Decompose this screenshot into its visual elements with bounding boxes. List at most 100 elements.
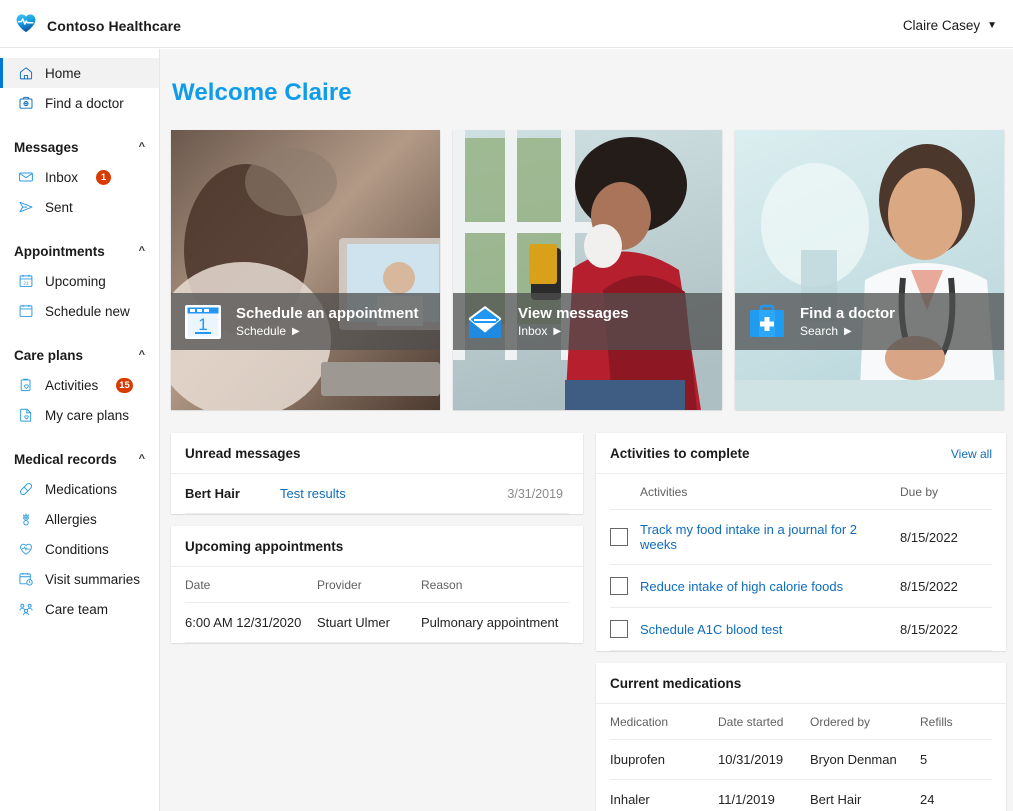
hero-card-subtitle: Search ▶ [800, 324, 895, 338]
sidebar-item-label: Sent [45, 199, 73, 215]
sidebar-item-sent[interactable]: Sent [0, 192, 159, 222]
activity-name-link[interactable]: Reduce intake of high calorie foods [640, 564, 900, 608]
sidebar-item-label: Allergies [45, 511, 97, 527]
svg-text:21: 21 [23, 281, 29, 287]
activities-card: Activities to complete View all Activiti… [596, 433, 1006, 651]
column-header-ordered-by: Ordered by [810, 704, 920, 740]
sidebar-item-label: Conditions [45, 541, 109, 557]
sidebar-item-label: Medications [45, 481, 118, 497]
sidebar-item-schedule-new[interactable]: Schedule new [0, 296, 159, 326]
calendar-icon [18, 303, 34, 319]
sidebar-group-label: Appointments [14, 243, 105, 259]
play-arrow-icon: ▶ [292, 325, 300, 337]
sidebar-group-care-plans[interactable]: Care plans ^ [0, 340, 159, 370]
sidebar-item-find-a-doctor[interactable]: Find a doctor [0, 88, 159, 118]
activity-checkbox[interactable] [610, 577, 628, 595]
appointment-reason: Pulmonary appointment [421, 602, 569, 643]
medication-ordered-by: Bryon Denman [810, 739, 920, 780]
table-header-row: Medication Date started Ordered by Refil… [610, 704, 992, 740]
card-title: Current medications [610, 676, 742, 691]
sidebar-item-inbox[interactable]: Inbox 1 [0, 162, 159, 192]
heartbeat-icon [18, 541, 34, 557]
heart-pulse-icon [14, 11, 38, 40]
sidebar-item-conditions[interactable]: Conditions [0, 534, 159, 564]
sidebar-item-activities[interactable]: Activities 15 [0, 370, 159, 400]
hero-card-sub-label: Inbox [518, 324, 548, 338]
table-row[interactable]: 6:00 AM 12/31/2020 Stuart Ulmer Pulmonar… [185, 602, 569, 643]
hero-overlay: View messages Inbox ▶ [453, 293, 722, 350]
unread-messages-table: Bert Hair Test results 3/31/2019 [185, 474, 569, 514]
medication-ordered-by: Bert Hair [810, 779, 920, 811]
column-header-medication: Medication [610, 704, 718, 740]
user-menu[interactable]: Claire Casey ▼ [903, 18, 997, 33]
right-column: Activities to complete View all Activiti… [596, 433, 1006, 811]
column-header-activities: Activities [640, 474, 900, 510]
brand-name: Contoso Healthcare [47, 17, 182, 34]
page-title: Welcome Claire [172, 79, 352, 106]
table-row[interactable]: Ibuprofen 10/31/2019 Bryon Denman 5 [610, 739, 992, 780]
medications-table: Medication Date started Ordered by Refil… [610, 704, 992, 811]
activity-name-link[interactable]: Schedule A1C blood test [640, 607, 900, 651]
sidebar-item-my-care-plans[interactable]: My care plans [0, 400, 159, 430]
table-row[interactable]: Inhaler 11/1/2019 Bert Hair 24 [610, 779, 992, 811]
activity-due-date: 8/15/2022 [900, 509, 992, 565]
pill-icon [18, 481, 34, 497]
user-name: Claire Casey [902, 18, 981, 33]
card-header: Upcoming appointments [171, 526, 583, 567]
table-row[interactable]: Track my food intake in a journal for 2 … [610, 509, 992, 565]
calendar-day-icon: 21 [18, 273, 34, 289]
activity-checkbox[interactable] [610, 528, 628, 546]
sidebar-group-label: Messages [14, 139, 79, 155]
sidebar-group-appointments[interactable]: Appointments ^ [0, 236, 159, 266]
hero-card-schedule-appointment[interactable]: 1 Schedule an appointment Schedule ▶ [171, 130, 440, 410]
brand[interactable]: Contoso Healthcare [14, 11, 181, 40]
find-doctor-icon [18, 95, 34, 111]
activity-name-link[interactable]: Track my food intake in a journal for 2 … [640, 509, 900, 565]
play-arrow-icon: ▶ [553, 325, 562, 337]
column-header-due-by: Due by [900, 474, 992, 510]
table-row[interactable]: Bert Hair Test results 3/31/2019 [185, 474, 569, 514]
sidebar-item-upcoming[interactable]: 21 Upcoming [0, 266, 159, 296]
main-content: Welcome Claire 1 Schedule an appointment… [160, 49, 1013, 811]
activity-checkbox[interactable] [610, 620, 628, 638]
hero-card-title: View messages [518, 305, 629, 322]
chevron-down-icon: ▼ [987, 19, 997, 31]
sidebar-item-home[interactable]: Home [0, 58, 159, 88]
table-row[interactable]: Schedule A1C blood test 8/15/2022 [610, 607, 992, 651]
sidebar-group-medical-records[interactable]: Medical records ^ [0, 444, 159, 474]
sidebar-item-medications[interactable]: Medications [0, 474, 159, 504]
medication-refills: 5 [920, 739, 992, 780]
hero-overlay: 1 Schedule an appointment Schedule ▶ [171, 293, 440, 350]
open-envelope-icon [464, 301, 506, 343]
table-header-row: Activities Due by [610, 474, 992, 510]
send-icon [18, 199, 34, 215]
activity-due-date: 8/15/2022 [900, 607, 992, 651]
sidebar-item-allergies[interactable]: Allergies [0, 504, 159, 534]
hero-card-view-messages[interactable]: View messages Inbox ▶ [453, 130, 722, 410]
hero-card-subtitle: Schedule ▶ [236, 324, 419, 338]
sidebar-item-care-team[interactable]: Care team [0, 594, 159, 624]
card-title: Activities to complete [610, 446, 750, 461]
left-column: Unread messages Bert Hair Test results 3… [171, 433, 583, 643]
activities-badge: 15 [116, 377, 133, 393]
hero-card-find-a-doctor[interactable]: Find a doctor Search ▶ [735, 130, 1004, 410]
sidebar-item-label: My care plans [45, 407, 130, 423]
message-subject-link[interactable]: Test results [280, 474, 489, 514]
table-header-row: Date Provider Reason [185, 567, 569, 603]
sidebar-item-label: Find a doctor [45, 95, 124, 111]
sidebar-group-label: Medical records [14, 451, 117, 467]
hero-card-subtitle: Inbox ▶ [518, 324, 629, 338]
table-row[interactable]: Reduce intake of high calorie foods 8/15… [610, 564, 992, 608]
view-all-link[interactable]: View all [951, 447, 992, 461]
chevron-up-icon: ^ [138, 141, 145, 153]
sidebar-group-messages[interactable]: Messages ^ [0, 132, 159, 162]
sidebar-item-visit-summaries[interactable]: Visit summaries [0, 564, 159, 594]
medication-name: Inhaler [610, 779, 718, 811]
sidebar: Home Find a doctor Messages ^ Inbox 1 Se… [0, 49, 160, 811]
medication-refills: 24 [920, 779, 992, 811]
card-title: Upcoming appointments [185, 539, 344, 554]
card-title: Unread messages [185, 446, 301, 461]
hero-photo-doctor [735, 130, 1004, 410]
allergy-plant-icon [18, 511, 34, 527]
medication-date-started: 11/1/2019 [718, 779, 810, 811]
